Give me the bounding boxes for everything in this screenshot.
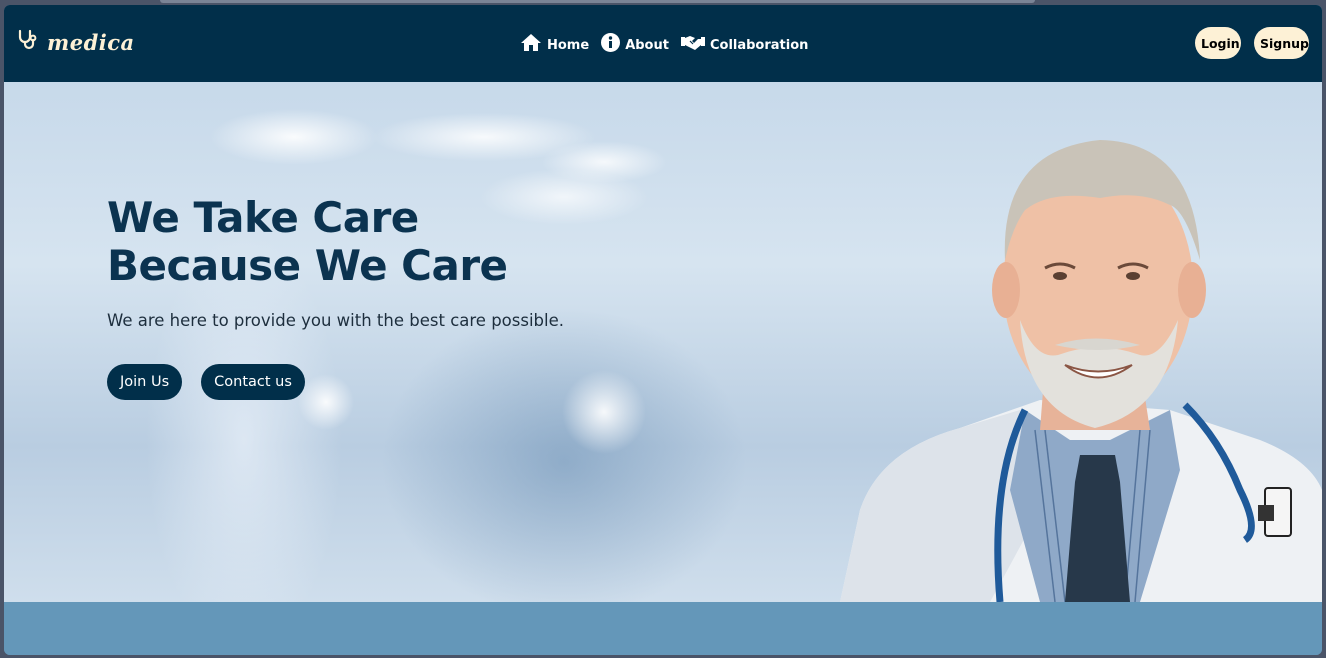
nav-collaboration[interactable]: Collaboration (680, 35, 809, 56)
hero-section: We Take Care Because We Care We are here… (4, 82, 1322, 602)
nav-home[interactable]: Home (520, 33, 589, 57)
brand-name: medica (47, 30, 135, 55)
hero-text: We Take Care Because We Care We are here… (107, 194, 564, 400)
handshake-icon (680, 35, 705, 56)
doctor-photo (840, 140, 1322, 602)
nav-collaboration-label: Collaboration (709, 37, 809, 53)
contact-us-button[interactable]: Contact us (201, 364, 305, 400)
hero-title-line-2: Because We Care (107, 241, 508, 290)
auth-buttons: Login Signup (1195, 27, 1309, 59)
main-nav: Home About Collaboration (520, 33, 808, 57)
nav-home-label: Home (547, 37, 590, 53)
brand-logo[interactable]: medica (17, 29, 135, 56)
join-us-button[interactable]: Join Us (107, 364, 183, 400)
navbar: medica Home About Collaboration Login Si… (4, 5, 1322, 82)
info-icon (601, 33, 621, 57)
signup-button[interactable]: Signup (1254, 27, 1309, 59)
nav-about[interactable]: About (601, 33, 669, 57)
footer-band (4, 602, 1322, 655)
page-frame: medica Home About Collaboration Login Si… (4, 5, 1322, 655)
home-icon (520, 33, 542, 57)
hero-actions: Join Us Contact us (107, 364, 564, 400)
hero-subtitle: We are here to provide you with the best… (107, 311, 564, 330)
login-button[interactable]: Login (1195, 27, 1241, 59)
window-top-strip (160, 0, 1035, 3)
stethoscope-icon (17, 29, 39, 56)
hero-title: We Take Care Because We Care (107, 194, 564, 290)
hero-title-line-1: We Take Care (107, 193, 419, 242)
nav-about-label: About (625, 37, 669, 53)
